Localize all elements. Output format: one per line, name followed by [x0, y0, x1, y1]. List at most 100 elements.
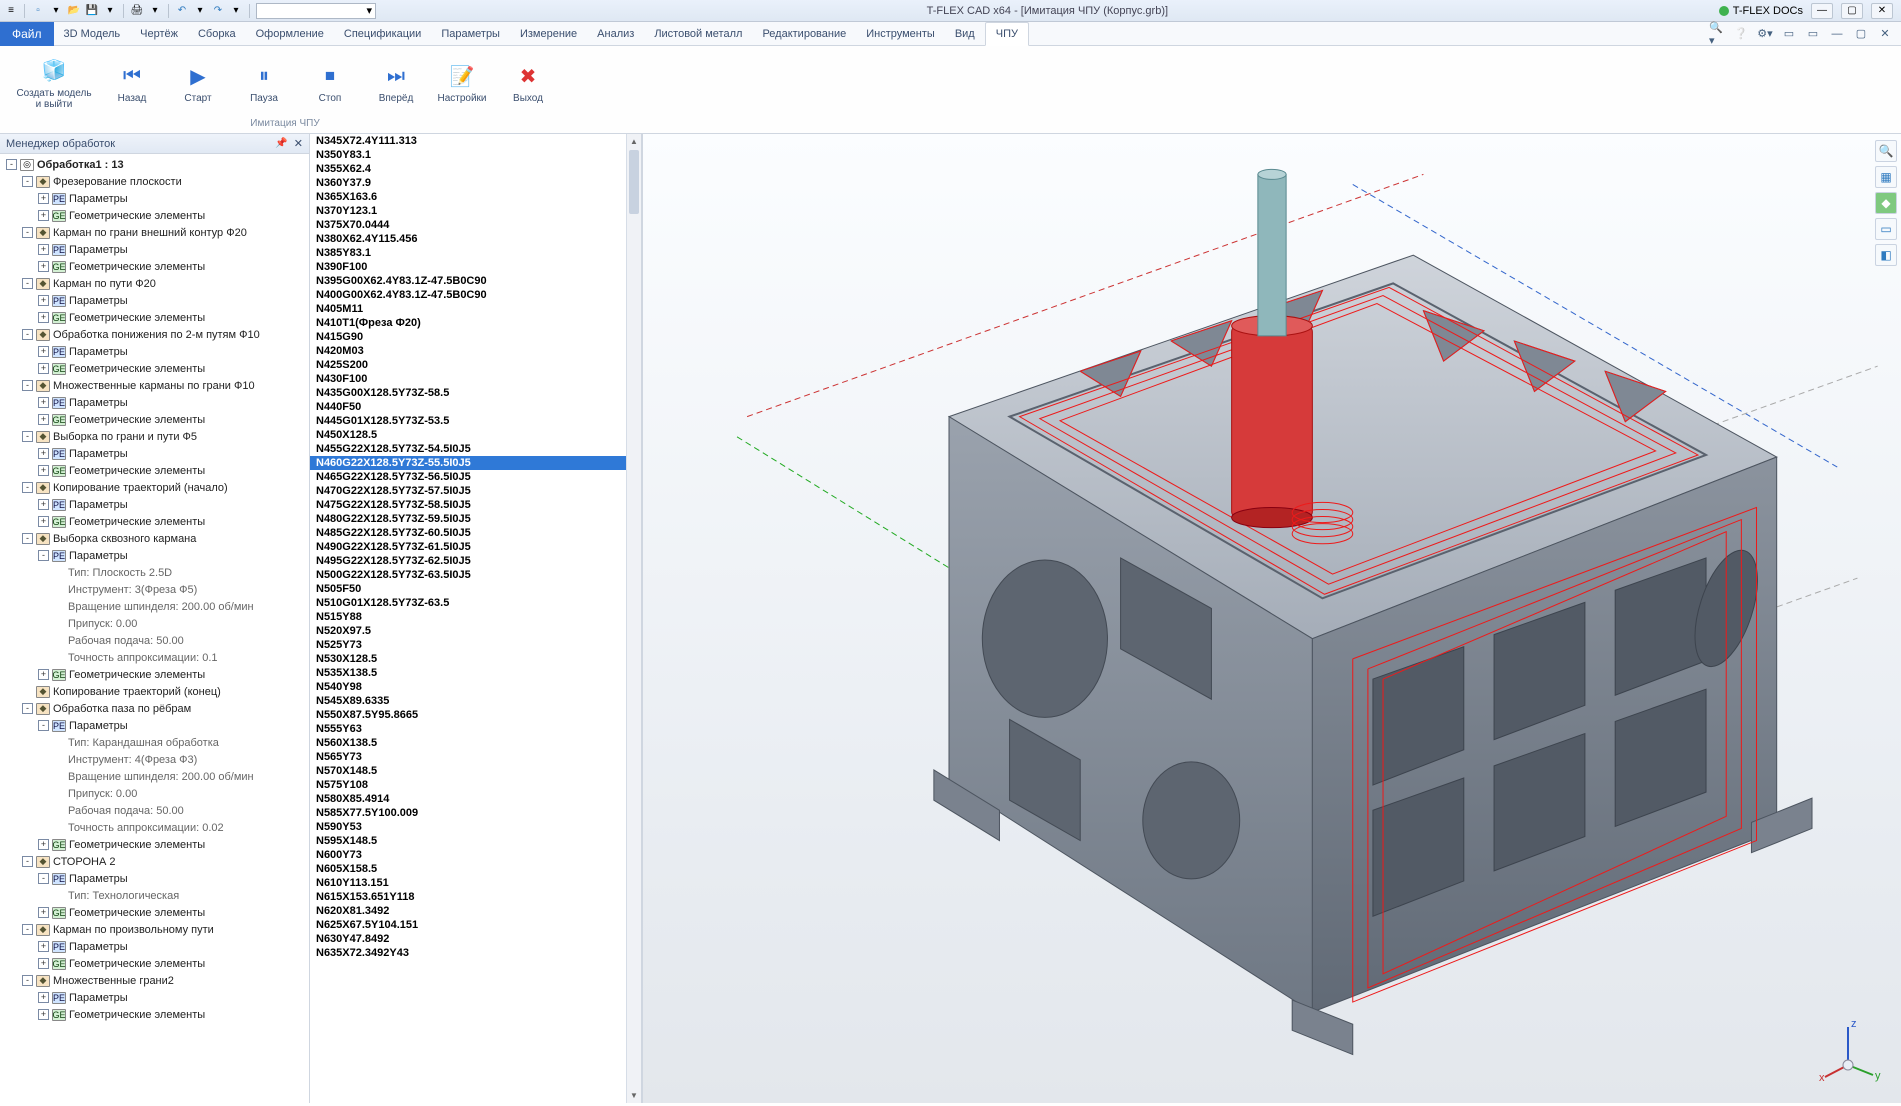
- collapse-icon[interactable]: -: [6, 159, 17, 170]
- save-icon[interactable]: 💾: [85, 4, 99, 18]
- search-icon[interactable]: 🔍▾: [1709, 26, 1725, 42]
- stop-button[interactable]: ⏹ Стоп: [302, 62, 358, 104]
- forward-button[interactable]: ⏭ Вперёд: [368, 62, 424, 104]
- collapse-icon[interactable]: -: [38, 873, 49, 884]
- ribbon-tab[interactable]: Анализ: [587, 22, 644, 46]
- help-icon[interactable]: ❔: [1733, 26, 1749, 42]
- collapse-icon[interactable]: -: [22, 482, 33, 493]
- tree-node[interactable]: -◆Карман по пути Ф20: [0, 275, 309, 292]
- gcode-line[interactable]: N395G00X62.4Y83.1Z-47.5B0C90: [310, 274, 641, 288]
- tree-node[interactable]: Рабочая подача: 50.00: [0, 632, 309, 649]
- ribbon-tab[interactable]: Вид: [945, 22, 985, 46]
- view-palette-icon[interactable]: ▦: [1875, 166, 1897, 188]
- gcode-line[interactable]: N455G22X128.5Y73Z-54.5I0J5: [310, 442, 641, 456]
- gcode-line[interactable]: N365X163.6: [310, 190, 641, 204]
- print-drop-icon[interactable]: ▾: [148, 4, 162, 18]
- ribbon-tab[interactable]: Оформление: [246, 22, 334, 46]
- expand-icon[interactable]: +: [38, 414, 49, 425]
- expand-icon[interactable]: +: [38, 499, 49, 510]
- expand-icon[interactable]: +: [38, 210, 49, 221]
- tree-node[interactable]: +GEГеометрические элементы: [0, 513, 309, 530]
- tree-node[interactable]: -◆Множественные грани2: [0, 972, 309, 989]
- gcode-listing[interactable]: ▲ ▼ N345X72.4Y111.313N350Y83.1N355X62.4N…: [310, 134, 642, 1103]
- gcode-line[interactable]: N555Y63: [310, 722, 641, 736]
- tree-node[interactable]: Вращение шпинделя: 200.00 об/мин: [0, 598, 309, 615]
- expand-icon[interactable]: +: [38, 312, 49, 323]
- gcode-line[interactable]: N485G22X128.5Y73Z-60.5I0J5: [310, 526, 641, 540]
- collapse-icon[interactable]: -: [22, 227, 33, 238]
- tree-node[interactable]: +GEГеометрические элементы: [0, 462, 309, 479]
- pin-icon[interactable]: 📌: [275, 138, 287, 149]
- tree-node[interactable]: +GEГеометрические элементы: [0, 258, 309, 275]
- gcode-line[interactable]: N360Y37.9: [310, 176, 641, 190]
- open-icon[interactable]: 📂: [67, 4, 81, 18]
- expand-icon[interactable]: +: [38, 346, 49, 357]
- tree-node[interactable]: +GEГеометрические элементы: [0, 360, 309, 377]
- clip-icon[interactable]: ◧: [1875, 244, 1897, 266]
- gcode-line[interactable]: N355X62.4: [310, 162, 641, 176]
- gcode-line[interactable]: N560X138.5: [310, 736, 641, 750]
- expand-icon[interactable]: +: [38, 992, 49, 1003]
- tree-node[interactable]: -◆Обработка паза по рёбрам: [0, 700, 309, 717]
- tree-node[interactable]: -◎Обработка1 : 13: [0, 156, 309, 173]
- new-icon[interactable]: ▫: [31, 4, 45, 18]
- save-drop-icon[interactable]: ▾: [103, 4, 117, 18]
- ribbon-tab[interactable]: Сборка: [188, 22, 246, 46]
- tree-node[interactable]: Инструмент: 4(Фреза Ф3): [0, 751, 309, 768]
- tree-node[interactable]: -◆Выборка по грани и пути Ф5: [0, 428, 309, 445]
- tree-node[interactable]: -◆Выборка сквозного кармана: [0, 530, 309, 547]
- tree-node[interactable]: Точность аппроксимации: 0.1: [0, 649, 309, 666]
- gcode-line[interactable]: N525Y73: [310, 638, 641, 652]
- view-triad[interactable]: z x y: [1813, 1015, 1883, 1085]
- restore-button[interactable]: ▢: [1841, 3, 1863, 19]
- expand-icon[interactable]: +: [38, 516, 49, 527]
- collapse-icon[interactable]: -: [22, 176, 33, 187]
- gcode-line[interactable]: N480G22X128.5Y73Z-59.5I0J5: [310, 512, 641, 526]
- gcode-line[interactable]: N505F50: [310, 582, 641, 596]
- tree-node[interactable]: -PEПараметры: [0, 547, 309, 564]
- undo-drop-icon[interactable]: ▾: [193, 4, 207, 18]
- gcode-line[interactable]: N630Y47.8492: [310, 932, 641, 946]
- tree-node[interactable]: Вращение шпинделя: 200.00 об/мин: [0, 768, 309, 785]
- expand-icon[interactable]: +: [38, 448, 49, 459]
- gcode-line[interactable]: N605X158.5: [310, 862, 641, 876]
- gcode-line[interactable]: N425S200: [310, 358, 641, 372]
- gcode-line[interactable]: N540Y98: [310, 680, 641, 694]
- gcode-line[interactable]: N510G01X128.5Y73Z-63.5: [310, 596, 641, 610]
- tree-node[interactable]: -PEПараметры: [0, 870, 309, 887]
- collapse-icon[interactable]: -: [38, 720, 49, 731]
- expand-icon[interactable]: +: [38, 941, 49, 952]
- app-menu-icon[interactable]: ≡: [4, 4, 18, 18]
- expand-icon[interactable]: +: [38, 193, 49, 204]
- print-icon[interactable]: 🖨: [130, 4, 144, 18]
- gcode-line[interactable]: N575Y108: [310, 778, 641, 792]
- tree-node[interactable]: -◆Фрезерование плоскости: [0, 173, 309, 190]
- panel-icon[interactable]: ▭: [1781, 26, 1797, 42]
- gcode-line[interactable]: N440F50: [310, 400, 641, 414]
- tree-node[interactable]: -◆Множественные карманы по грани Ф10: [0, 377, 309, 394]
- expand-icon[interactable]: +: [38, 669, 49, 680]
- gcode-line[interactable]: N385Y83.1: [310, 246, 641, 260]
- collapse-icon[interactable]: -: [22, 856, 33, 867]
- tree-node[interactable]: +PEПараметры: [0, 989, 309, 1006]
- gcode-line[interactable]: N570X148.5: [310, 764, 641, 778]
- tree-node[interactable]: +PEПараметры: [0, 394, 309, 411]
- gcode-line[interactable]: N405M11: [310, 302, 641, 316]
- tree-node[interactable]: ◆Копирование траекторий (конец): [0, 683, 309, 700]
- tree-node[interactable]: Припуск: 0.00: [0, 615, 309, 632]
- gcode-line[interactable]: N585X77.5Y100.009: [310, 806, 641, 820]
- doc-restore-icon[interactable]: ▢: [1853, 26, 1869, 42]
- gcode-line[interactable]: N610Y113.151: [310, 876, 641, 890]
- ribbon-tab[interactable]: Чертёж: [130, 22, 188, 46]
- undo-icon[interactable]: ↶: [175, 4, 189, 18]
- ribbon-tab[interactable]: ЧПУ: [985, 22, 1029, 46]
- ribbon-tab[interactable]: Параметры: [431, 22, 510, 46]
- tree-node[interactable]: Инструмент: 3(Фреза Ф5): [0, 581, 309, 598]
- gcode-line[interactable]: N590Y53: [310, 820, 641, 834]
- scroll-down-icon[interactable]: ▼: [627, 1088, 641, 1103]
- settings-button[interactable]: 📝 Настройки: [434, 62, 490, 104]
- gcode-line[interactable]: N475G22X128.5Y73Z-58.5I0J5: [310, 498, 641, 512]
- collapse-icon[interactable]: -: [38, 550, 49, 561]
- expand-icon[interactable]: +: [38, 244, 49, 255]
- collapse-icon[interactable]: -: [22, 703, 33, 714]
